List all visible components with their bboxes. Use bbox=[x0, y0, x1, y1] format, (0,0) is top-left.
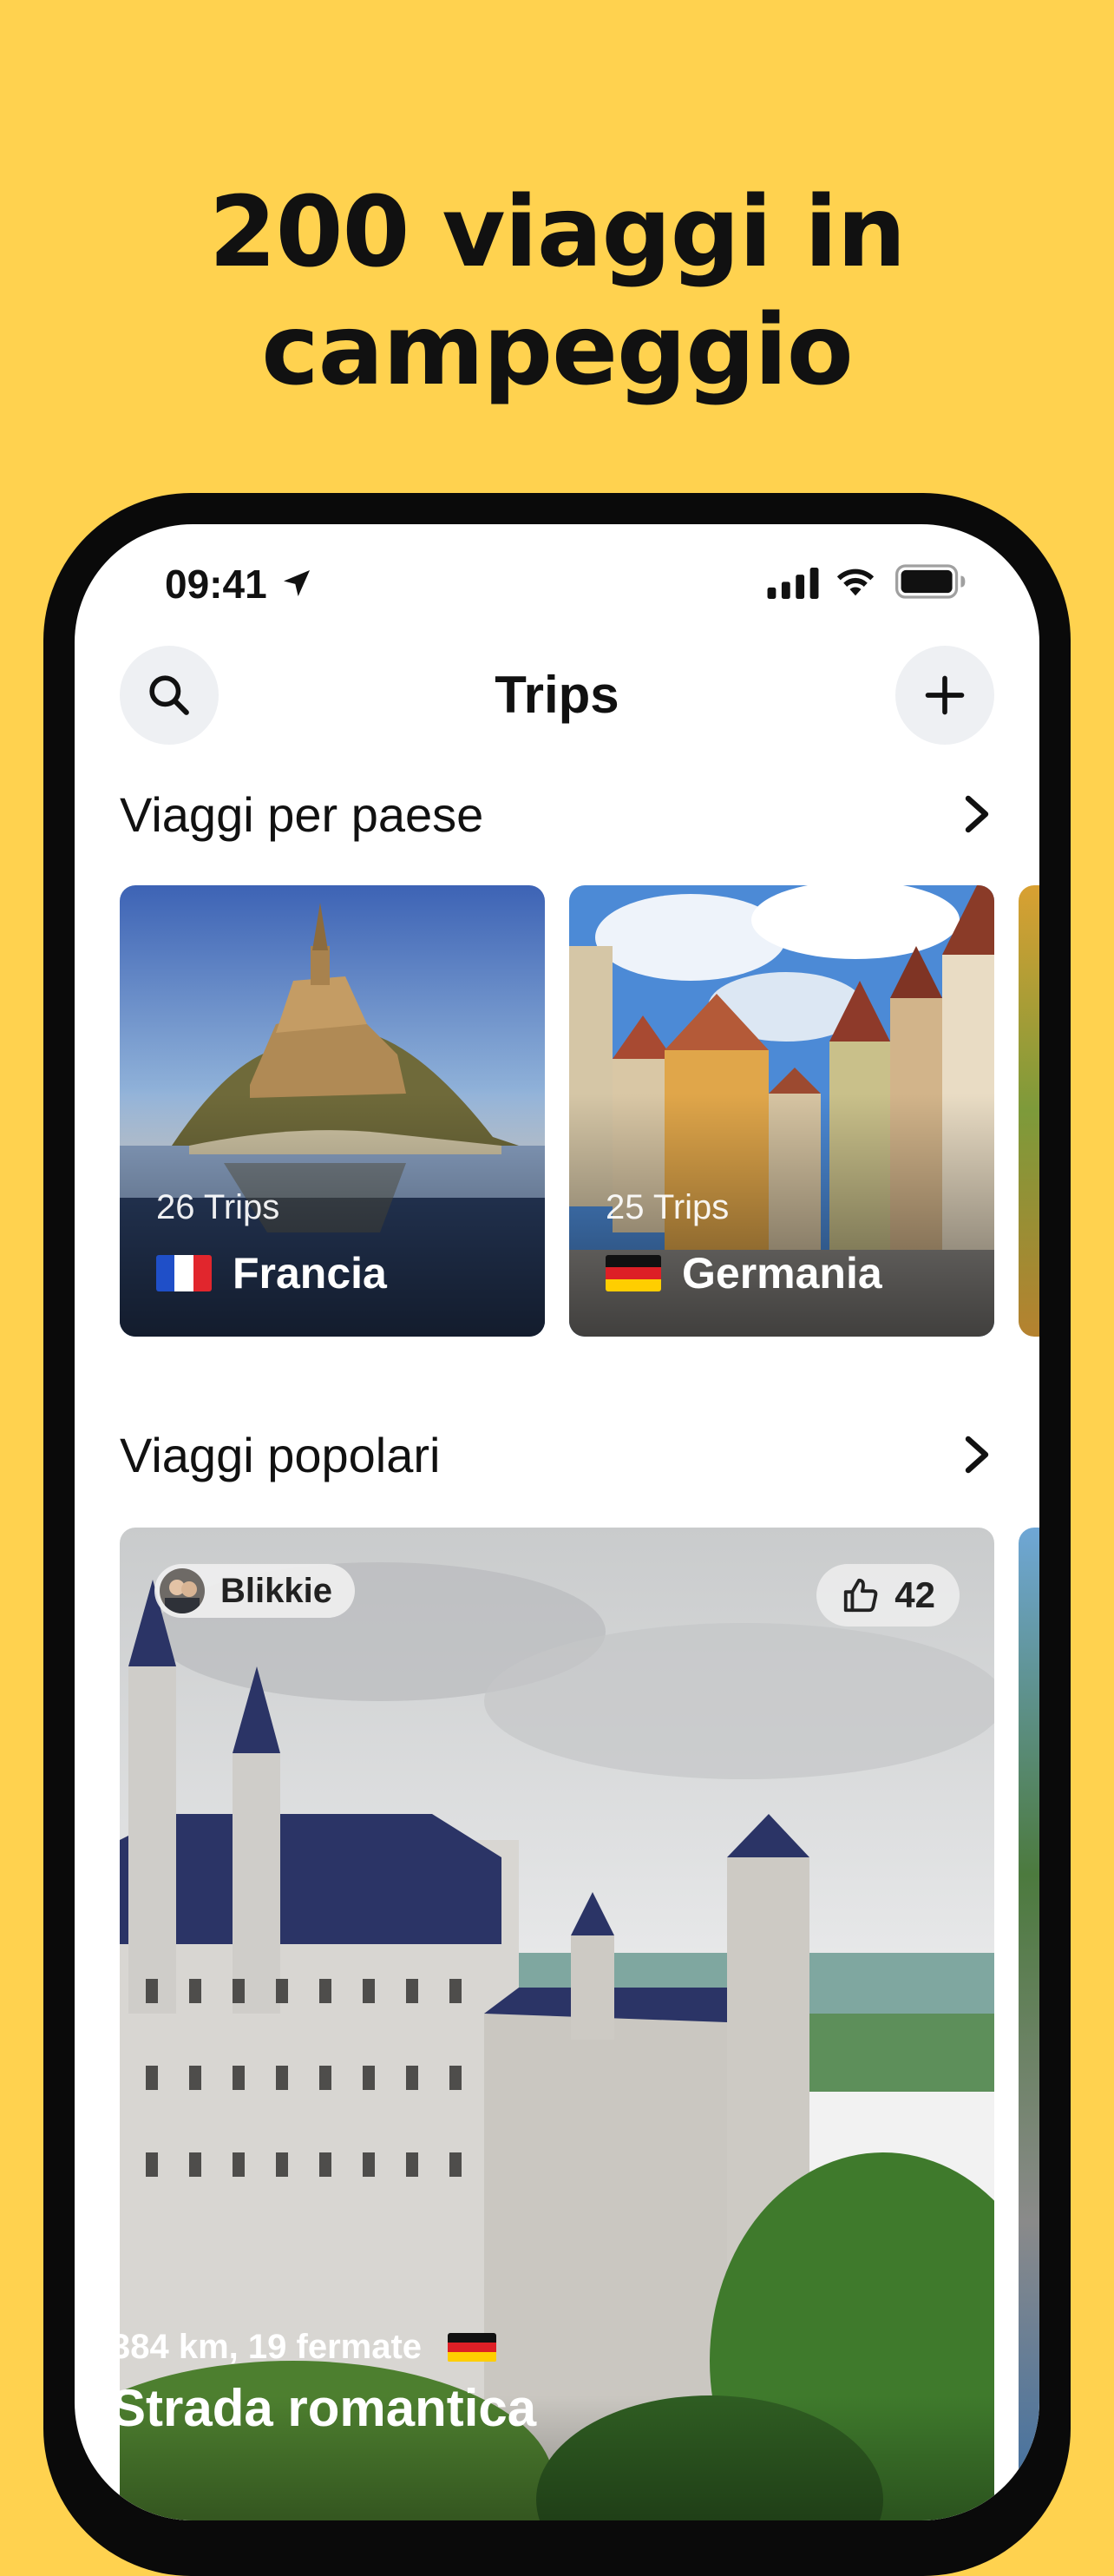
like-count: 42 bbox=[894, 1574, 935, 1615]
battery-icon bbox=[895, 564, 966, 599]
trip-meta: 384 km, 19 fermate bbox=[111, 2328, 497, 2367]
headline: 200 viaggi in campeggio bbox=[0, 174, 1114, 410]
avatar bbox=[160, 1568, 205, 1613]
thumbs-up-icon bbox=[844, 1578, 878, 1613]
author-name: Blikkie bbox=[220, 1571, 332, 1610]
trip-name: Strada romantica bbox=[111, 2379, 537, 2437]
headline-line-1: 200 viaggi in bbox=[208, 176, 907, 289]
country-name: Germania bbox=[682, 1249, 882, 1298]
germany-flag-icon bbox=[606, 1255, 661, 1291]
plus-icon bbox=[925, 675, 965, 715]
chevron-right-icon[interactable] bbox=[960, 1434, 994, 1475]
add-trip-button[interactable] bbox=[895, 646, 994, 745]
country-card-france[interactable]: 26 Trips Francia bbox=[120, 885, 545, 1337]
location-arrow-icon bbox=[284, 570, 310, 596]
popular-card-peek[interactable] bbox=[1019, 1528, 1039, 2520]
country-trips-count: 25 Trips bbox=[606, 1188, 730, 1226]
chevron-right-icon[interactable] bbox=[960, 793, 994, 835]
cellular-signal-icon bbox=[767, 568, 819, 599]
wifi-icon bbox=[836, 568, 875, 596]
country-trips-count: 26 Trips bbox=[156, 1188, 280, 1226]
country-name-row: Francia bbox=[156, 1248, 387, 1298]
france-flag-icon bbox=[156, 1255, 212, 1291]
neuschwanstein-image bbox=[120, 1528, 994, 2520]
section-title-by-country: Viaggi per paese bbox=[120, 787, 484, 842]
popular-trip-card[interactable]: Blikkie 42 bbox=[120, 1528, 994, 2520]
author-chip[interactable]: Blikkie bbox=[154, 1564, 355, 1618]
country-card-peek[interactable] bbox=[1019, 885, 1039, 1337]
app-screen: 09:41 Trips Viaggi per paese 26 Trips Fr… bbox=[75, 524, 1039, 2520]
country-name: Francia bbox=[233, 1249, 387, 1298]
headline-line-2: campeggio bbox=[261, 294, 853, 407]
section-title-popular: Viaggi popolari bbox=[120, 1428, 441, 1482]
germany-flag-icon bbox=[448, 2332, 497, 2362]
like-button[interactable]: 42 bbox=[816, 1564, 960, 1626]
country-card-germany[interactable]: 25 Trips Germania bbox=[569, 885, 994, 1337]
status-time: 09:41 bbox=[165, 562, 267, 607]
country-name-row: Germania bbox=[606, 1248, 882, 1298]
trip-distance-stops: 384 km, 19 fermate bbox=[111, 2328, 423, 2366]
